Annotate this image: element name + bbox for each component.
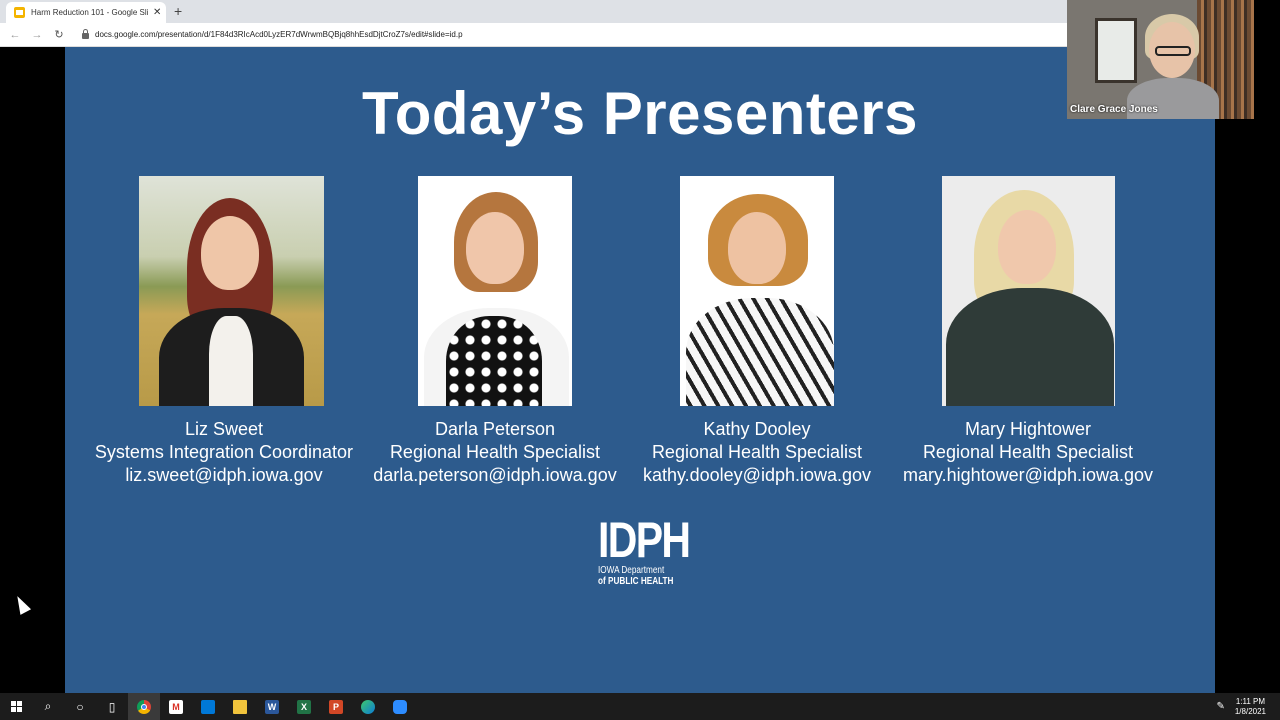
browser-tab[interactable]: Harm Reduction 101 - Google Sli ✕: [6, 2, 166, 23]
presenter-photo-1: [139, 176, 324, 406]
reload-icon[interactable]: ↻: [52, 28, 66, 41]
excel-letter: X: [297, 699, 311, 714]
url-field[interactable]: docs.google.com/presentation/d/1F84d3RIc…: [95, 30, 463, 39]
presentation-slide: Today’s Presenters Liz Sweet Systems Int…: [65, 47, 1215, 693]
participant-glasses: [1155, 46, 1191, 56]
presenter-email: liz.sweet@idph.iowa.gov: [125, 465, 323, 485]
presenter-email: mary.hightower@idph.iowa.gov: [902, 465, 1154, 485]
presenter-caption-1: Liz Sweet Systems Integration Coordinato…: [74, 418, 374, 487]
presenter-caption-2: Darla Peterson Regional Health Specialis…: [345, 418, 645, 487]
lock-icon[interactable]: [82, 28, 89, 39]
presenter-caption-3: Kathy Dooley Regional Health Specialist …: [607, 418, 907, 487]
back-icon[interactable]: ←: [8, 29, 22, 41]
mouse-cursor-icon: [12, 593, 32, 615]
presenter-photo-2: [418, 176, 572, 406]
presenter-name: Kathy Dooley: [703, 419, 811, 439]
pen-icon[interactable]: ✎: [1216, 701, 1224, 712]
participant-name: Clare Grace Jones: [1070, 104, 1158, 115]
system-tray: ✎ 1:11 PM 1/8/2021: [1216, 697, 1280, 717]
windows-start-icon[interactable]: [0, 693, 32, 720]
powerpoint-icon[interactable]: P: [320, 693, 352, 720]
file-explorer-icon[interactable]: [224, 693, 256, 720]
presenter-email: darla.peterson@idph.iowa.gov: [373, 465, 617, 485]
presenter-role: Regional Health Specialist: [922, 442, 1134, 462]
presenter-name: Mary Hightower: [964, 419, 1092, 439]
idph-logo: IDPH IOWA Department of PUBLIC HEALTH: [598, 512, 691, 587]
presenter-role: Systems Integration Coordinator: [94, 442, 354, 462]
presenter-photo-3: [680, 176, 834, 406]
store-icon[interactable]: [192, 693, 224, 720]
zoom-icon[interactable]: [384, 693, 416, 720]
clock-time: 1:11 PM: [1235, 696, 1266, 706]
gmail-icon[interactable]: M: [160, 693, 192, 720]
taskbar-clock[interactable]: 1:11 PM 1/8/2021: [1235, 697, 1266, 717]
windows-taskbar: ⌕ ○ ▯ M W X P ✎ 1:11 PM 1/8/2021: [0, 693, 1280, 720]
clock-date: 1/8/2021: [1234, 706, 1266, 716]
word-icon[interactable]: W: [256, 693, 288, 720]
logo-line-2: of PUBLIC HEALTH: [598, 576, 674, 587]
presenter-role: Regional Health Specialist: [389, 442, 601, 462]
search-icon[interactable]: ⌕: [32, 693, 64, 720]
logo-acronym: IDPH: [598, 512, 691, 568]
presenter-email: kathy.dooley@idph.iowa.gov: [642, 465, 872, 485]
close-tab-icon[interactable]: ✕: [153, 7, 161, 18]
video-participant-tile[interactable]: Clare Grace Jones: [1067, 0, 1254, 119]
chrome-icon[interactable]: [128, 693, 160, 720]
presenter-photo-4: [942, 176, 1115, 406]
tab-title: Harm Reduction 101 - Google Sli: [31, 8, 149, 17]
cortana-icon[interactable]: ○: [64, 693, 96, 720]
slide-title: Today’s Presenters: [362, 80, 918, 147]
edge-icon[interactable]: [352, 693, 384, 720]
address-bar: ← → ↻ docs.google.com/presentation/d/1F8…: [0, 23, 1067, 47]
task-view-icon[interactable]: ▯: [96, 693, 128, 720]
new-tab-button[interactable]: +: [174, 3, 182, 19]
ppt-letter: P: [329, 699, 343, 714]
word-letter: W: [265, 699, 279, 714]
logo-line-1: IOWA Department: [598, 565, 665, 576]
google-slides-icon: [14, 7, 25, 18]
presenter-caption-4: Mary Hightower Regional Health Specialis…: [878, 418, 1178, 487]
browser-tab-bar: Harm Reduction 101 - Google Sli ✕ +: [0, 0, 1067, 23]
presenter-name: Darla Peterson: [434, 419, 556, 439]
presenter-role: Regional Health Specialist: [651, 442, 863, 462]
forward-icon[interactable]: →: [30, 29, 44, 41]
background-window: [1095, 18, 1137, 83]
excel-icon[interactable]: X: [288, 693, 320, 720]
presenter-name: Liz Sweet: [184, 419, 264, 439]
